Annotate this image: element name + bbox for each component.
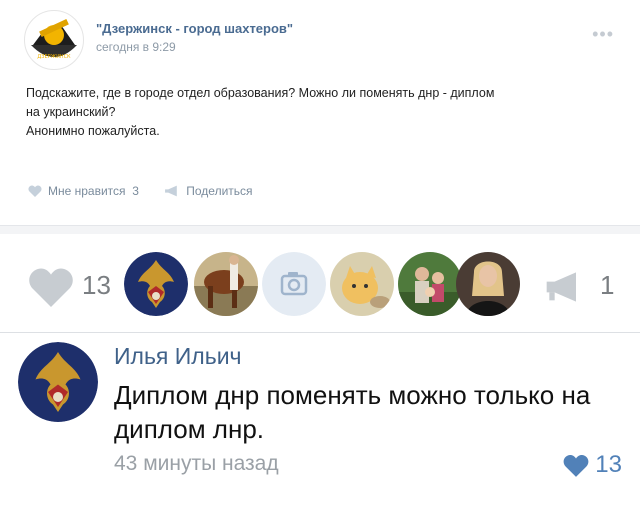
post-share-button[interactable]: Поделиться [164, 184, 253, 198]
group-name-link[interactable]: "Дзержинск - город шахтеров" [96, 21, 293, 36]
post-text-line: Подскажите, где в городе отдел образован… [26, 86, 495, 100]
post-like-count: 3 [132, 184, 139, 198]
cat-avatar[interactable] [330, 252, 394, 316]
comment-time[interactable]: 43 минуты назад [114, 452, 279, 476]
heart-icon [563, 454, 589, 477]
post-actions: Мне нравится 3 Поделиться [28, 184, 275, 200]
share-count[interactable]: 1 [600, 270, 614, 301]
group-avatar[interactable]: ДЗЕРЖИНСК [24, 10, 84, 70]
post-text-line: Анонимно пожалуйста. [26, 124, 160, 138]
post-card: ДЗЕРЖИНСК "Дзержинск - город шахтеров" с… [0, 0, 640, 225]
megaphone-icon[interactable] [544, 272, 584, 302]
post-share-label: Поделиться [186, 184, 253, 198]
post-text: Подскажите, где в городе отдел образован… [26, 84, 606, 141]
post-like-button[interactable]: Мне нравится 3 [28, 184, 139, 198]
section-gap [0, 226, 640, 234]
post-text-line: на украинский? [26, 105, 116, 119]
reactions-bar: 13 1 [0, 240, 640, 332]
svg-text:ДЗЕРЖИНСК: ДЗЕРЖИНСК [37, 54, 71, 60]
megaphone-icon [165, 185, 178, 197]
post-time[interactable]: сегодня в 9:29 [96, 40, 176, 54]
comment-like-count: 13 [595, 451, 622, 478]
emblem-avatar[interactable] [124, 252, 188, 316]
post-like-label: Мне нравится [48, 184, 126, 198]
comment-text: Диплом днр поменять можно только на дипл… [114, 380, 591, 444]
likes-count[interactable]: 13 [82, 270, 111, 301]
camera-placeholder-avatar[interactable] [262, 252, 326, 316]
heart-icon [28, 185, 42, 197]
divider [0, 332, 640, 333]
family-avatar[interactable] [398, 252, 462, 316]
heart-icon[interactable] [28, 267, 74, 307]
comment-like-button[interactable]: 13 [563, 451, 622, 479]
horse-avatar[interactable] [194, 252, 258, 316]
comment-author[interactable]: Илья Ильич [114, 343, 242, 370]
comment-author-avatar[interactable] [18, 342, 98, 422]
woman-avatar[interactable] [456, 252, 520, 316]
ellipsis-icon[interactable]: ••• [592, 24, 614, 45]
